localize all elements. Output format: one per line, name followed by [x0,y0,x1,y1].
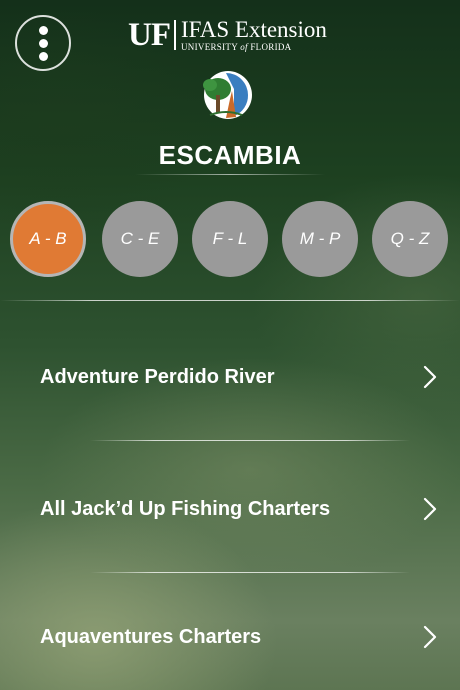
brand-divider [174,20,176,50]
extension-emblem-icon [203,71,252,119]
menu-dot [38,38,48,48]
row-divider [90,440,410,441]
list-item[interactable]: All Jack’d Up Fishing Charters [0,480,460,540]
tab-a-b[interactable]: A - B [10,201,86,277]
menu-dot [38,51,48,61]
list-item[interactable]: Adventure Perdido River [0,348,460,408]
county-title: ESCAMBIA [158,140,302,170]
menu-dot [38,25,48,35]
list-item-label: Adventure Perdido River [40,366,275,388]
chevron-right-icon [423,625,437,649]
brand-logo: UF IFAS Extension UNIVERSITY of FLORIDA [128,17,327,53]
brand-subtitle: UNIVERSITY of FLORIDA [181,42,292,52]
tab-c-e[interactable]: C - E [102,201,178,277]
tab-f-l[interactable]: F - L [192,201,268,277]
list-item-label: Aquaventures Charters [40,626,262,648]
list-item-label: All Jack’d Up Fishing Charters [40,498,331,520]
list-item[interactable]: Aquaventures Charters [0,608,460,668]
brand-title: IFAS Extension [181,17,327,42]
chevron-right-icon [423,497,437,521]
title-underline [135,174,325,175]
menu-button[interactable] [15,15,71,71]
row-divider [90,572,410,573]
uf-wordmark: UF [128,17,171,53]
section-divider [0,300,460,301]
tab-q-z[interactable]: Q - Z [372,201,448,277]
chevron-right-icon [423,365,437,389]
tab-m-p[interactable]: M - P [282,201,358,277]
